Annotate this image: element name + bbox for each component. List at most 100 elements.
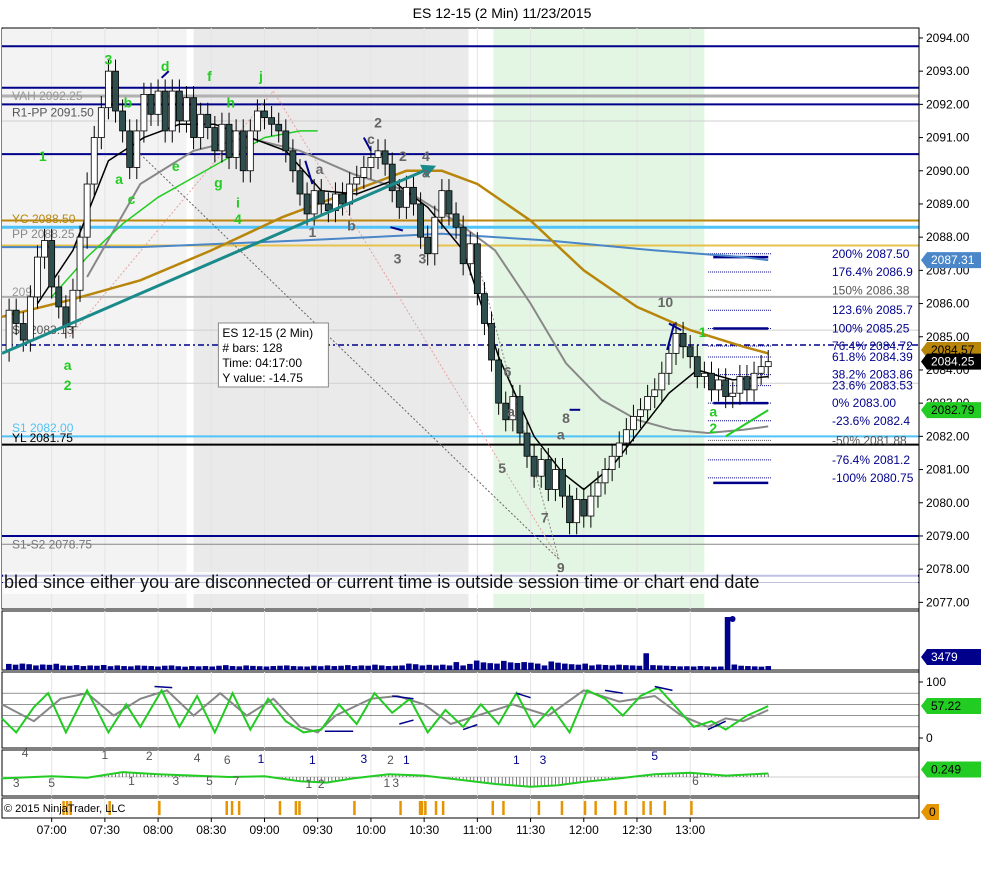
volume-bar <box>161 665 168 670</box>
volume-bar <box>216 665 222 670</box>
volume-bar <box>46 664 53 670</box>
macd-wave-label: 2 <box>318 777 325 791</box>
candle-body <box>26 296 34 341</box>
wave-label: b <box>124 95 133 111</box>
pivot-label: R1-PP 2091.50 <box>12 106 94 120</box>
signal-tick <box>230 801 234 815</box>
fib-level-label: -76.4% 2081.2 <box>832 453 910 467</box>
volume-bar <box>358 665 365 670</box>
volume-bar <box>460 665 466 670</box>
wave-label: 1 <box>39 148 47 164</box>
candle-body <box>608 455 616 470</box>
candle-body <box>161 90 169 132</box>
macd-wave-label: 6 <box>224 753 231 767</box>
candle-body <box>5 309 13 351</box>
wave-label: 7 <box>541 510 549 526</box>
macd-wave-label: 4 <box>22 746 29 760</box>
candle-body <box>41 240 48 258</box>
signal-tick <box>158 801 161 815</box>
volume-bar <box>121 666 127 670</box>
candle-body <box>154 90 162 115</box>
wave-label: a <box>557 427 565 443</box>
volume-bar <box>656 665 663 670</box>
y-tick-label: 2092.00 <box>926 97 970 111</box>
candle-body <box>204 113 212 128</box>
volume-bar <box>636 665 643 670</box>
macd-wave-label: 1 <box>258 752 265 766</box>
volume-bar <box>473 660 480 670</box>
volume-bar <box>738 665 744 670</box>
candle-body <box>495 359 503 404</box>
y-tick-label: 2077.00 <box>926 595 970 609</box>
candle-body <box>268 117 276 125</box>
y-tick-label: 2079.00 <box>926 529 970 543</box>
session-shade <box>193 29 469 608</box>
candle[interactable] <box>83 172 91 249</box>
volume-bar <box>501 660 507 670</box>
candle-body <box>97 107 105 138</box>
volume-bar <box>39 664 46 670</box>
candle[interactable] <box>76 225 84 302</box>
volume-bar <box>446 665 453 670</box>
info-box-line: Time: 04:17:00 <box>222 356 302 370</box>
y-tick-label: 2091.00 <box>926 131 970 145</box>
candle-body <box>488 323 495 361</box>
volume-bar <box>345 665 351 670</box>
volume-bar <box>507 662 514 670</box>
y-tick-label: 2085.00 <box>926 330 970 344</box>
macd-wave-label: 1 <box>128 774 135 788</box>
candle-body <box>764 361 772 368</box>
signal-tick <box>237 801 241 815</box>
wave-label: 2 <box>399 148 407 164</box>
wave-label: 2 <box>374 115 382 131</box>
signal-tick <box>594 801 597 815</box>
candle-body <box>34 256 41 298</box>
volume-bar <box>731 664 738 670</box>
candle-body <box>48 240 56 288</box>
candle-body <box>601 469 609 484</box>
wave-label: 4 <box>422 148 430 164</box>
volume-bar <box>317 666 324 670</box>
oscillator-pane[interactable] <box>1 671 920 749</box>
candle-body <box>168 90 176 132</box>
candle-body <box>693 356 701 377</box>
volume-bar <box>704 666 711 670</box>
candle-body <box>715 379 722 391</box>
macd-wave-label: 6 <box>692 774 699 788</box>
fib-level-label: 200% 2087.50 <box>832 247 910 261</box>
wave-label: 3 <box>418 251 426 267</box>
fib-level-label: -50% 2081.88 <box>832 433 907 447</box>
signal-pane[interactable] <box>1 797 920 819</box>
candle-body <box>317 190 325 205</box>
signal-tick <box>663 801 667 815</box>
x-tick-label: 08:00 <box>143 823 173 837</box>
candle-body <box>183 97 190 122</box>
volume-bar <box>568 664 575 670</box>
volume-bar <box>616 664 622 670</box>
candle-body <box>679 333 687 348</box>
y-tick-label: 2078.00 <box>926 562 970 576</box>
macd-wave-label: 1 <box>384 776 391 790</box>
candle-body <box>530 455 538 477</box>
candle-body <box>658 372 666 391</box>
volume-pane[interactable] <box>1 610 920 671</box>
volume-bar <box>623 665 629 670</box>
macd-wave-label: 1 <box>309 753 316 767</box>
volume-bar <box>324 665 331 670</box>
volume-bar <box>67 665 73 670</box>
volume-bar <box>263 666 270 670</box>
volume-bar <box>331 666 338 670</box>
signal-tick <box>560 801 564 815</box>
volume-bar <box>609 665 616 670</box>
wave-label: a <box>316 161 324 177</box>
chart-canvas[interactable]: 07:00 07:30 08:00 08:30 09:00 09:30 10:00 10:30… <box>0 0 1004 871</box>
candle-body <box>367 157 375 168</box>
signal-tick <box>399 801 402 815</box>
volume-bar <box>107 666 114 670</box>
signal-tick <box>278 801 282 815</box>
wave-label: b <box>347 218 356 234</box>
volume-bar <box>419 665 426 670</box>
x-tick-label: 09:30 <box>303 823 333 837</box>
candle-body <box>757 366 765 374</box>
fib-level-label: 150% 2086.38 <box>832 283 910 297</box>
